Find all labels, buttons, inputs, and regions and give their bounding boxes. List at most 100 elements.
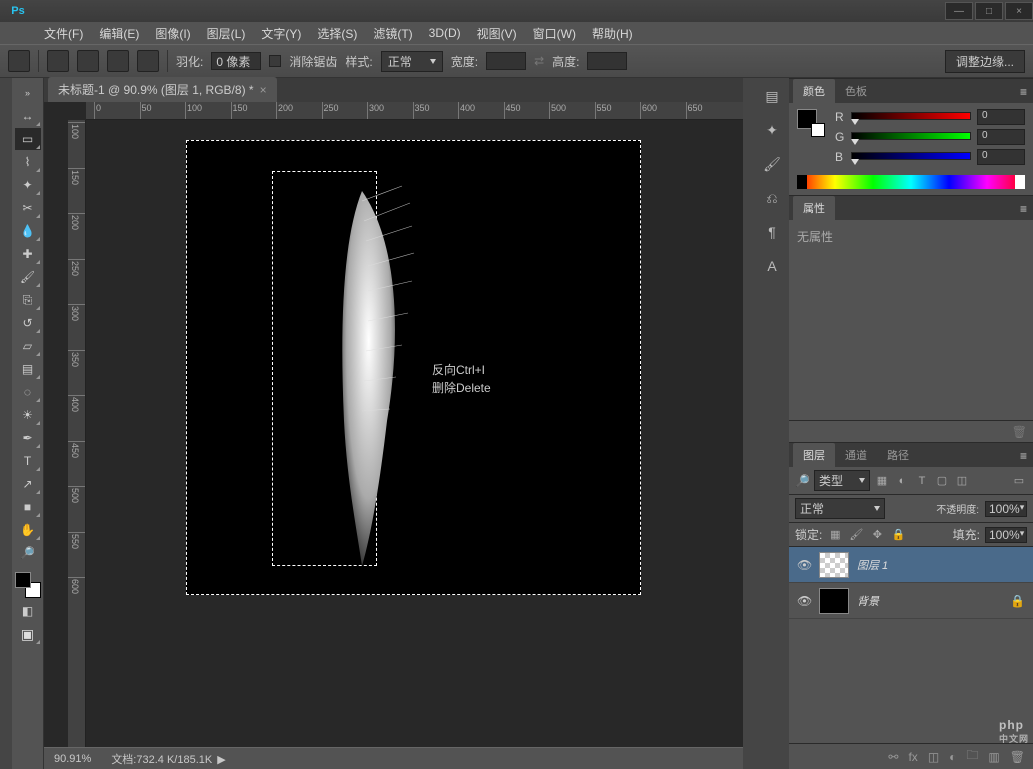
paragraph-panel-icon[interactable]: ¶ [760, 220, 784, 244]
filter-type-icon[interactable]: T [914, 473, 930, 489]
tab-close-icon[interactable]: × [260, 83, 267, 97]
sel-intersect-icon[interactable] [137, 50, 159, 72]
menu-3d[interactable]: 3D(D) [421, 24, 469, 42]
lock-trans-icon[interactable]: ▦ [827, 527, 843, 543]
layer-fx-icon[interactable]: fx [908, 750, 917, 764]
tab-swatches[interactable]: 色板 [835, 79, 877, 103]
tab-layers[interactable]: 图层 [793, 443, 835, 467]
history-panel-icon[interactable]: ▤ [760, 84, 784, 108]
panel-menu-icon[interactable]: ≡ [1014, 198, 1033, 220]
sel-new-icon[interactable] [47, 50, 69, 72]
pen-tool[interactable]: ✒ [15, 427, 41, 449]
opacity-input[interactable]: 100%▾ [985, 501, 1027, 517]
canvas[interactable]: 反向Ctrl+I 删除Delete [86, 120, 743, 747]
g-value[interactable]: 0 [977, 129, 1025, 145]
tab-properties[interactable]: 属性 [793, 196, 835, 220]
color-spectrum[interactable] [797, 175, 1025, 189]
menu-image[interactable]: 图像(I) [147, 23, 198, 44]
healing-tool[interactable]: ✚ [15, 243, 41, 265]
menu-file[interactable]: 文件(F) [36, 23, 91, 44]
hand-tool[interactable]: ✋ [15, 519, 41, 541]
history-brush-tool[interactable]: ↺ [15, 312, 41, 334]
panel-color-swatch[interactable] [797, 109, 825, 137]
tab-paths[interactable]: 路径 [877, 443, 919, 467]
menu-type[interactable]: 文字(Y) [253, 23, 309, 44]
clone-stamp-tool[interactable]: ⎘ [15, 289, 41, 311]
zoom-display[interactable]: 90.91% [54, 753, 91, 765]
magic-wand-tool[interactable]: ✦ [15, 174, 41, 196]
dodge-tool[interactable]: ☀ [15, 404, 41, 426]
marquee-tool[interactable]: ▭ [15, 128, 41, 150]
layer-filter-select[interactable]: 类型 [814, 470, 870, 491]
menu-layer[interactable]: 图层(L) [199, 23, 254, 44]
shape-tool[interactable]: ■ [15, 496, 41, 518]
feather-input[interactable] [211, 52, 261, 70]
document-tab[interactable]: 未标题-1 @ 90.9% (图层 1, RGB/8) * × [48, 77, 277, 102]
sel-add-icon[interactable] [77, 50, 99, 72]
blend-mode-select[interactable]: 正常 [795, 498, 885, 519]
filter-pixel-icon[interactable]: ▦ [874, 473, 890, 489]
path-select-tool[interactable]: ↗ [15, 473, 41, 495]
close-button[interactable]: × [1005, 2, 1033, 20]
eraser-tool[interactable]: ▱ [15, 335, 41, 357]
sel-sub-icon[interactable] [107, 50, 129, 72]
type-tool[interactable]: T [15, 450, 41, 472]
style-select[interactable]: 正常 [381, 51, 443, 72]
visibility-toggle[interactable]: 👁 [797, 558, 811, 572]
eyedropper-tool[interactable]: 💧 [15, 220, 41, 242]
menu-window[interactable]: 窗口(W) [525, 23, 584, 44]
layer-row[interactable]: 👁 图层 1 [789, 547, 1033, 583]
lock-all-icon[interactable]: 🔒 [890, 527, 906, 543]
swap-icon[interactable]: ⇄ [534, 54, 544, 68]
r-value[interactable]: 0 [977, 109, 1025, 125]
marquee-tool-preset[interactable] [8, 50, 30, 72]
quick-mask-icon[interactable]: ◧ [15, 600, 41, 622]
clone-source-icon[interactable]: ⎌ [760, 186, 784, 210]
filter-toggle[interactable]: ▭ [1011, 473, 1027, 489]
menu-edit[interactable]: 编辑(E) [91, 23, 147, 44]
refine-edge-button[interactable]: 调整边缘... [945, 50, 1025, 73]
filter-adjust-icon[interactable]: ◐ [894, 473, 910, 489]
gradient-tool[interactable]: ▤ [15, 358, 41, 380]
menu-filter[interactable]: 滤镜(T) [365, 23, 420, 44]
r-slider[interactable] [851, 112, 971, 122]
antialias-checkbox[interactable] [269, 55, 281, 67]
link-layers-icon[interactable]: ⚯ [888, 750, 898, 764]
crop-tool[interactable]: ✂ [15, 197, 41, 219]
fill-input[interactable]: 100%▾ [985, 527, 1027, 543]
lock-pos-icon[interactable]: ✥ [869, 527, 885, 543]
filter-shape-icon[interactable]: ▢ [934, 473, 950, 489]
layer-row[interactable]: 👁 背景 🔒 [789, 583, 1033, 619]
g-slider[interactable] [851, 132, 971, 142]
layer-thumbnail[interactable] [819, 588, 849, 614]
panel-menu-icon[interactable]: ≡ [1014, 445, 1033, 467]
blur-tool[interactable]: ◌ [15, 381, 41, 403]
panel-menu-icon[interactable]: ≡ [1014, 81, 1033, 103]
expand-tools-icon[interactable]: » [15, 82, 41, 104]
delete-layer-icon[interactable]: 🗑 [1010, 750, 1025, 764]
visibility-toggle[interactable]: 👁 [797, 594, 811, 608]
lock-paint-icon[interactable]: 🖌 [848, 527, 864, 543]
screen-mode-icon[interactable]: ▣ [15, 623, 41, 645]
color-swatch[interactable] [14, 571, 42, 599]
brush-settings-icon[interactable]: 🖌 [760, 152, 784, 176]
maximize-button[interactable]: □ [975, 2, 1003, 20]
b-value[interactable]: 0 [977, 149, 1025, 165]
character-panel-icon[interactable]: A [760, 254, 784, 278]
layer-name[interactable]: 背景 [857, 593, 879, 609]
adjustment-layer-icon[interactable]: ◐ [949, 750, 956, 764]
doc-size-display[interactable]: 文档:732.4 K/185.1K ▶ [111, 751, 225, 767]
b-slider[interactable] [851, 152, 971, 162]
new-group-icon[interactable]: 🗀 [966, 746, 978, 767]
layer-thumbnail[interactable] [819, 552, 849, 578]
trash-icon[interactable]: 🗑 [1012, 425, 1027, 439]
menu-select[interactable]: 选择(S) [309, 23, 365, 44]
tab-color[interactable]: 颜色 [793, 79, 835, 103]
ruler-horizontal[interactable]: 050100150200250300350400450500550600650 [86, 102, 743, 120]
brush-tool[interactable]: 🖌 [15, 266, 41, 288]
menu-view[interactable]: 视图(V) [469, 23, 525, 44]
filter-smart-icon[interactable]: ◫ [954, 473, 970, 489]
tab-channels[interactable]: 通道 [835, 443, 877, 467]
menu-help[interactable]: 帮助(H) [584, 23, 641, 44]
move-tool[interactable]: ↔ [15, 105, 41, 127]
